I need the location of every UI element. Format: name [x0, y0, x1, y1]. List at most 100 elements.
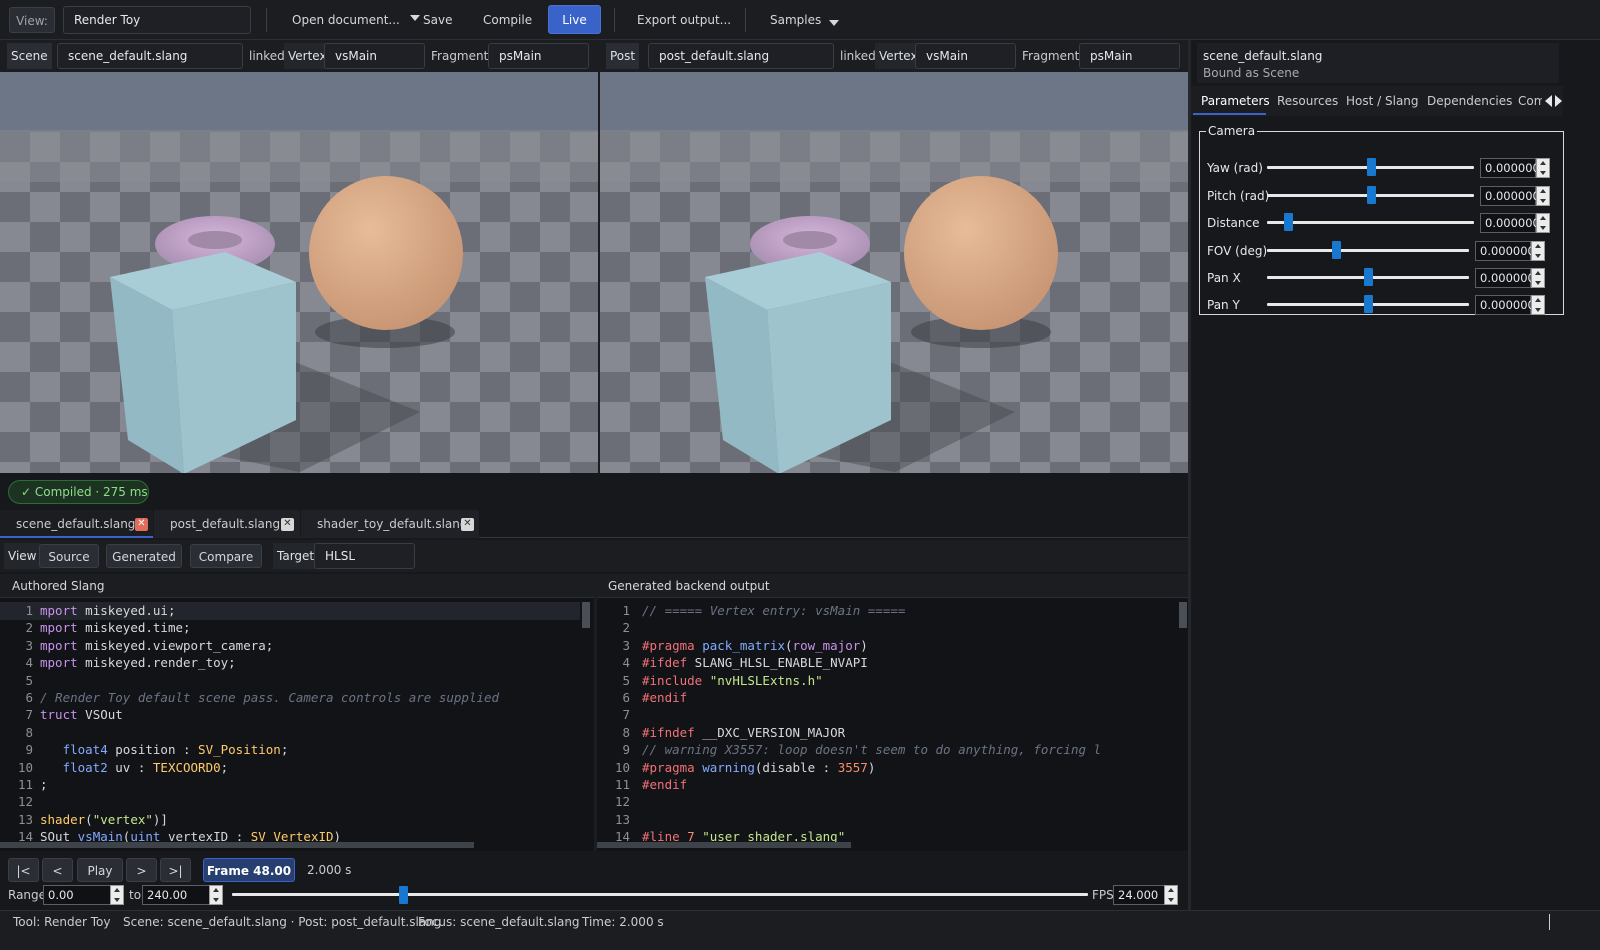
- right-hscrollbar[interactable]: [597, 842, 851, 848]
- param-value-input[interactable]: 0.000000: [1475, 241, 1535, 261]
- param-slider-thumb[interactable]: [1366, 186, 1376, 204]
- post-vertex-field[interactable]: vsMain: [915, 43, 1016, 69]
- param-row: Yaw (rad) 0.000000: [1191, 158, 1563, 178]
- tab-parameters[interactable]: Parameters: [1201, 91, 1270, 111]
- doc-tab-scene[interactable]: scene_default.slang ✕: [0, 510, 153, 538]
- tab-resources[interactable]: Resources: [1277, 91, 1338, 111]
- param-value-spinner[interactable]: [1531, 268, 1545, 288]
- generated-button[interactable]: Generated: [106, 544, 182, 568]
- post-fragment-field[interactable]: psMain: [1079, 43, 1180, 69]
- code-line: #include "nvHLSLExtns.h": [642, 672, 823, 688]
- fps-spinner[interactable]: [1164, 885, 1178, 905]
- param-slider-thumb[interactable]: [1366, 158, 1376, 176]
- save-button[interactable]: Save: [423, 10, 452, 30]
- code-line: #ifdef SLANG_HLSL_ENABLE_NVAPI: [642, 655, 868, 671]
- close-icon[interactable]: ✕: [135, 518, 148, 531]
- doc-tab-post[interactable]: post_default.slang ✕: [154, 510, 300, 538]
- tab-host-slang[interactable]: Host / Slang: [1346, 91, 1419, 111]
- param-row: Pan Y 0.000000: [1191, 295, 1563, 315]
- param-value-input[interactable]: 0.000000: [1480, 186, 1540, 206]
- live-button[interactable]: Live: [548, 5, 601, 34]
- timeline-slider-thumb[interactable]: [399, 886, 409, 904]
- param-slider-thumb[interactable]: [1364, 295, 1373, 313]
- param-slider-thumb[interactable]: [1283, 213, 1293, 231]
- param-value-spinner[interactable]: [1531, 295, 1545, 315]
- timeline-bar: |< < Play > >| Frame 48.00 2.000 s Range…: [0, 852, 1188, 910]
- source-button[interactable]: Source: [39, 544, 99, 568]
- timeline-slider[interactable]: [232, 893, 1088, 896]
- fps-input[interactable]: 24.000: [1113, 885, 1165, 905]
- range-start-input[interactable]: 0.00: [43, 885, 111, 905]
- post-render: [600, 72, 1188, 473]
- tab-dependencies[interactable]: Dependencies: [1427, 91, 1512, 111]
- target-select[interactable]: HLSL: [314, 543, 415, 569]
- range-end-input[interactable]: 240.00: [142, 885, 210, 905]
- target-label: Target: [273, 543, 319, 569]
- range-start-spinner[interactable]: [110, 885, 124, 905]
- param-slider[interactable]: [1267, 249, 1469, 252]
- samples-menu[interactable]: Samples: [770, 10, 840, 30]
- prev-frame-button[interactable]: <: [42, 858, 73, 882]
- right-pane-title: Generated backend output: [608, 579, 770, 593]
- code-line: / Render Toy default scene pass. Camera …: [40, 690, 500, 705]
- post-file-field[interactable]: post_default.slang: [648, 43, 834, 69]
- toolbar-divider: [266, 8, 267, 32]
- line-number: 4: [25, 655, 33, 671]
- post-viewport[interactable]: [600, 72, 1188, 473]
- param-value-input[interactable]: 0.000000: [1480, 213, 1540, 233]
- play-button[interactable]: Play: [77, 858, 123, 882]
- left-pane-header: Authored Slang: [0, 574, 594, 598]
- range-end-spinner[interactable]: [209, 885, 223, 905]
- param-value-spinner[interactable]: [1536, 186, 1550, 206]
- line-number: 10: [614, 759, 630, 775]
- first-frame-button[interactable]: |<: [8, 858, 39, 882]
- scene-viewport[interactable]: [0, 72, 598, 473]
- next-frame-button[interactable]: >: [126, 858, 157, 882]
- param-value-input[interactable]: 0.000000: [1480, 158, 1540, 178]
- param-value-spinner[interactable]: [1536, 158, 1550, 178]
- status-divider: [1549, 914, 1550, 930]
- scene-vertex-field[interactable]: vsMain: [324, 43, 425, 69]
- tab-scroll-right-icon[interactable]: [1555, 95, 1562, 107]
- scene-fragment-field[interactable]: psMain: [488, 43, 589, 69]
- param-value-spinner[interactable]: [1531, 241, 1545, 261]
- param-slider-thumb[interactable]: [1331, 241, 1341, 259]
- left-vscrollbar[interactable]: [582, 602, 590, 628]
- param-slider[interactable]: [1267, 221, 1474, 224]
- open-document-button[interactable]: Open document...: [292, 10, 420, 30]
- view-mode-label: View: [4, 543, 41, 569]
- doc-tab-shader-toy[interactable]: shader_toy_default.slang ✕: [301, 510, 479, 538]
- status-focus: Focus: scene_default.slang: [418, 915, 580, 929]
- panel-tab-bar: Parameters Resources Host / Slang Depend…: [1191, 86, 1563, 116]
- close-icon[interactable]: ✕: [461, 518, 474, 531]
- tab-overflow[interactable]: Com: [1518, 91, 1542, 111]
- param-slider-thumb[interactable]: [1364, 268, 1373, 286]
- close-icon[interactable]: ✕: [281, 518, 294, 531]
- right-code-editor[interactable]: // ===== Vertex entry: vsMain ===== #pra…: [642, 602, 1176, 847]
- param-value-input[interactable]: 0.000000: [1475, 295, 1535, 315]
- last-frame-button[interactable]: >|: [160, 858, 191, 882]
- scene-file-field[interactable]: scene_default.slang: [57, 43, 243, 69]
- left-code-editor[interactable]: mport miskeyed.ui; mport miskeyed.time; …: [40, 602, 580, 847]
- line-number: 7: [25, 707, 33, 723]
- export-output-button[interactable]: Export output...: [637, 10, 731, 30]
- line-number: 6: [622, 690, 630, 705]
- param-value-spinner[interactable]: [1536, 213, 1550, 233]
- compile-button[interactable]: Compile: [483, 10, 532, 30]
- open-document-label: Open document...: [292, 13, 400, 27]
- code-line: #endif: [642, 777, 688, 792]
- code-line: mport miskeyed.ui;: [40, 603, 176, 618]
- left-hscrollbar[interactable]: [0, 842, 474, 848]
- view-select[interactable]: Render Toy: [63, 6, 251, 34]
- param-value-input[interactable]: 0.000000: [1475, 268, 1535, 288]
- compare-button[interactable]: Compare: [190, 544, 262, 568]
- line-number: 11: [614, 777, 630, 792]
- status-sep: ·: [566, 915, 570, 929]
- param-label: Distance: [1207, 216, 1260, 230]
- status-tool: Tool: Render Toy: [13, 915, 111, 929]
- tab-scroll-left-icon[interactable]: [1545, 95, 1552, 107]
- code-line: // warning X3557: loop doesn't seem to d…: [642, 742, 1102, 758]
- camera-group-title: Camera: [1206, 121, 1258, 141]
- right-vscrollbar[interactable]: [1179, 602, 1187, 628]
- post-linked-label: linked: [840, 49, 876, 63]
